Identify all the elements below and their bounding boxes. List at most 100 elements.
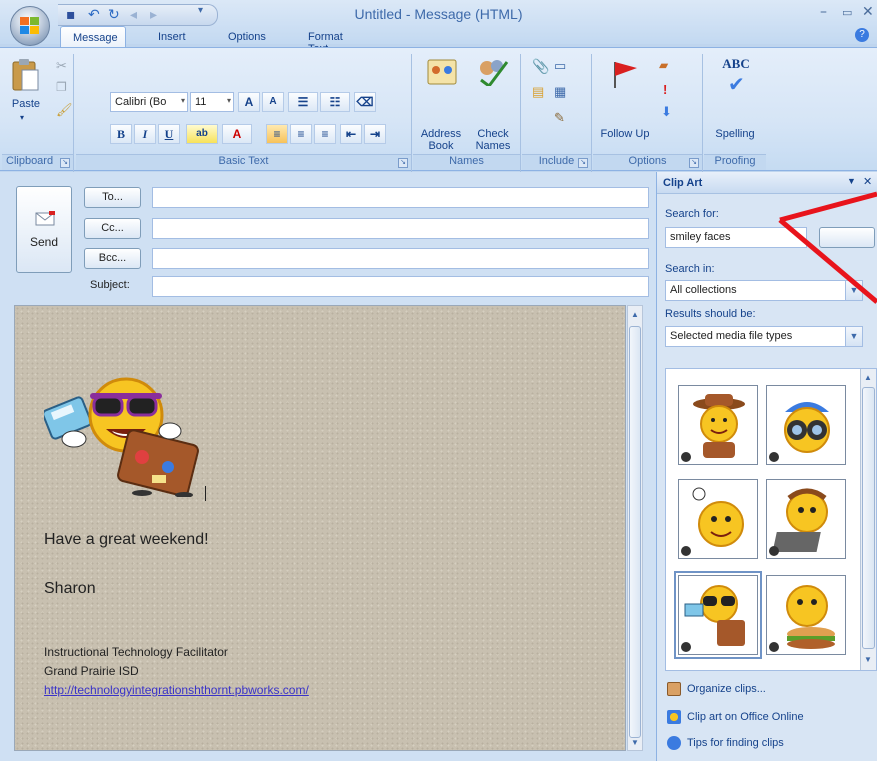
tab-message[interactable]: Message xyxy=(60,26,126,48)
low-importance-icon[interactable]: ⬇ xyxy=(661,104,672,120)
bullets-button[interactable]: ☰ xyxy=(288,92,318,112)
scroll-up-icon[interactable]: ▲ xyxy=(861,371,875,385)
align-right-button[interactable]: ≡ xyxy=(314,124,336,144)
grow-font-button[interactable]: A xyxy=(238,92,260,112)
search-for-label: Search for: xyxy=(665,208,719,220)
format-painter-icon[interactable]: 🖌 xyxy=(56,102,73,118)
search-in-value: All collections xyxy=(670,284,737,296)
clip-result-item[interactable] xyxy=(766,575,846,655)
clipboard-group: Paste ▾ ✂ ❐ 🖌 Clipboard ↘ xyxy=(2,54,74,172)
tips-link[interactable]: Tips for finding clips xyxy=(687,737,784,749)
font-size-combo[interactable]: 11 ▾ xyxy=(190,92,234,112)
italic-button[interactable]: I xyxy=(134,124,156,144)
office-online-icon xyxy=(667,710,681,724)
clip-result-item-selected[interactable] xyxy=(674,571,762,659)
basic-text-group-label: Basic Text xyxy=(76,154,411,170)
basic-text-launcher-icon[interactable]: ↘ xyxy=(398,158,408,168)
clip-result-item[interactable] xyxy=(678,479,758,559)
options-launcher-icon[interactable]: ↘ xyxy=(689,158,699,168)
address-book-icon[interactable] xyxy=(427,58,457,86)
font-color-button[interactable]: A xyxy=(222,124,252,144)
bold-button[interactable]: B xyxy=(110,124,132,144)
minimize-icon[interactable]: – xyxy=(820,4,827,20)
to-button[interactable]: To... xyxy=(84,187,141,208)
font-name-combo[interactable]: Calibri (Bo ▾ xyxy=(110,92,188,112)
copy-icon[interactable]: ❐ xyxy=(56,80,67,94)
clip-result-item[interactable] xyxy=(766,479,846,559)
clip-result-item[interactable] xyxy=(766,385,846,465)
address-book-button[interactable]: Address Book xyxy=(415,128,467,152)
check-names-icon[interactable] xyxy=(475,56,509,86)
ribbon: Paste ▾ ✂ ❐ 🖌 Clipboard ↘ Calibri (Bo ▾ 1… xyxy=(0,47,877,172)
tab-insert[interactable]: Insert xyxy=(146,26,198,48)
results-select[interactable]: Selected media file types ▼ xyxy=(665,326,863,347)
check-names-button[interactable]: Check Names xyxy=(467,128,519,152)
clip-type-icon xyxy=(681,546,691,556)
numbering-button[interactable]: ☷ xyxy=(320,92,350,112)
clip-art-title: Clip Art xyxy=(663,177,703,189)
results-scroll-thumb[interactable] xyxy=(862,387,875,649)
scroll-down-icon[interactable]: ▼ xyxy=(861,653,875,667)
categorize-icon[interactable]: ▰ xyxy=(659,58,668,72)
to-field[interactable] xyxy=(152,187,649,208)
organize-clips-icon xyxy=(667,682,681,696)
highlight-button[interactable]: ab xyxy=(186,124,218,144)
underline-button[interactable]: U xyxy=(158,124,180,144)
results-scrollbar[interactable]: ▲ ▼ xyxy=(860,369,876,670)
signature-link[interactable]: http://technologyintegrationshthornt.pbw… xyxy=(44,683,309,697)
scroll-down-icon[interactable]: ▼ xyxy=(628,736,642,750)
body-scrollbar[interactable]: ▲ ▼ xyxy=(627,305,643,751)
scroll-thumb[interactable] xyxy=(629,326,641,738)
organize-clips-link[interactable]: Organize clips... xyxy=(687,683,766,695)
help-icon[interactable]: ? xyxy=(855,28,869,42)
clip-art-online-link[interactable]: Clip art on Office Online xyxy=(687,711,804,723)
decrease-indent-button[interactable]: ⇤ xyxy=(340,124,362,144)
business-card-icon[interactable]: ▤ xyxy=(532,84,544,100)
clip-result-item[interactable] xyxy=(678,385,758,465)
close-icon[interactable]: ✕ xyxy=(862,4,874,20)
names-group-label: Names xyxy=(413,154,520,170)
tab-options[interactable]: Options xyxy=(216,26,278,48)
options-group: Follow Up ▰ ! ⬇ Options ↘ xyxy=(593,54,703,172)
body-name: Sharon xyxy=(44,580,96,597)
follow-up-flag-icon[interactable] xyxy=(609,58,639,90)
cc-button[interactable]: Cc... xyxy=(84,218,141,239)
window-title: Untitled - Message (HTML) xyxy=(354,6,523,22)
scroll-up-icon[interactable]: ▲ xyxy=(628,308,642,322)
clipboard-launcher-icon[interactable]: ↘ xyxy=(60,158,70,168)
shrink-font-button[interactable]: A xyxy=(262,92,284,112)
high-importance-icon[interactable]: ! xyxy=(663,82,667,97)
paste-icon[interactable] xyxy=(10,58,40,92)
clip-type-icon xyxy=(769,642,779,652)
tab-format-text[interactable]: Format Text xyxy=(296,26,355,55)
paste-button[interactable]: Paste xyxy=(4,98,48,110)
attach-file-icon[interactable]: 📎 xyxy=(532,58,549,75)
cc-field[interactable] xyxy=(152,218,649,239)
follow-up-button[interactable]: Follow Up xyxy=(597,128,653,140)
title-bar: ▪ ↶ ↻ ◂ ▸ ▾ Untitled - Message (HTML) – … xyxy=(0,0,877,44)
clip-type-icon xyxy=(681,452,691,462)
clear-formatting-button[interactable]: ⌫ xyxy=(354,92,376,112)
signature-title: Instructional Technology Facilitator xyxy=(44,645,228,659)
paste-dropdown-icon[interactable]: ▾ xyxy=(20,112,24,124)
increase-indent-button[interactable]: ⇥ xyxy=(364,124,386,144)
bcc-button[interactable]: Bcc... xyxy=(84,248,141,269)
spelling-icon[interactable]: ABC xyxy=(714,57,758,70)
cut-icon[interactable]: ✂ xyxy=(56,58,67,74)
spelling-button[interactable]: Spelling xyxy=(706,128,764,140)
calendar-icon[interactable]: ▦ xyxy=(554,84,566,100)
align-left-button[interactable]: ≡ xyxy=(266,124,288,144)
text-cursor xyxy=(205,486,206,501)
subject-field[interactable] xyxy=(152,276,649,297)
include-launcher-icon[interactable]: ↘ xyxy=(578,158,588,168)
restore-icon[interactable]: ▭ xyxy=(842,6,852,19)
names-group: Address Book Check Names Names xyxy=(413,54,521,172)
center-button[interactable]: ≡ xyxy=(290,124,312,144)
signature-icon[interactable]: ✎ xyxy=(554,110,565,126)
send-button[interactable]: Send xyxy=(16,186,72,273)
bcc-field[interactable] xyxy=(152,248,649,269)
office-button[interactable] xyxy=(10,6,50,46)
attach-item-icon[interactable]: ▭ xyxy=(554,58,566,74)
chevron-down-icon: ▾ xyxy=(226,96,231,105)
clip-type-icon xyxy=(769,452,779,462)
